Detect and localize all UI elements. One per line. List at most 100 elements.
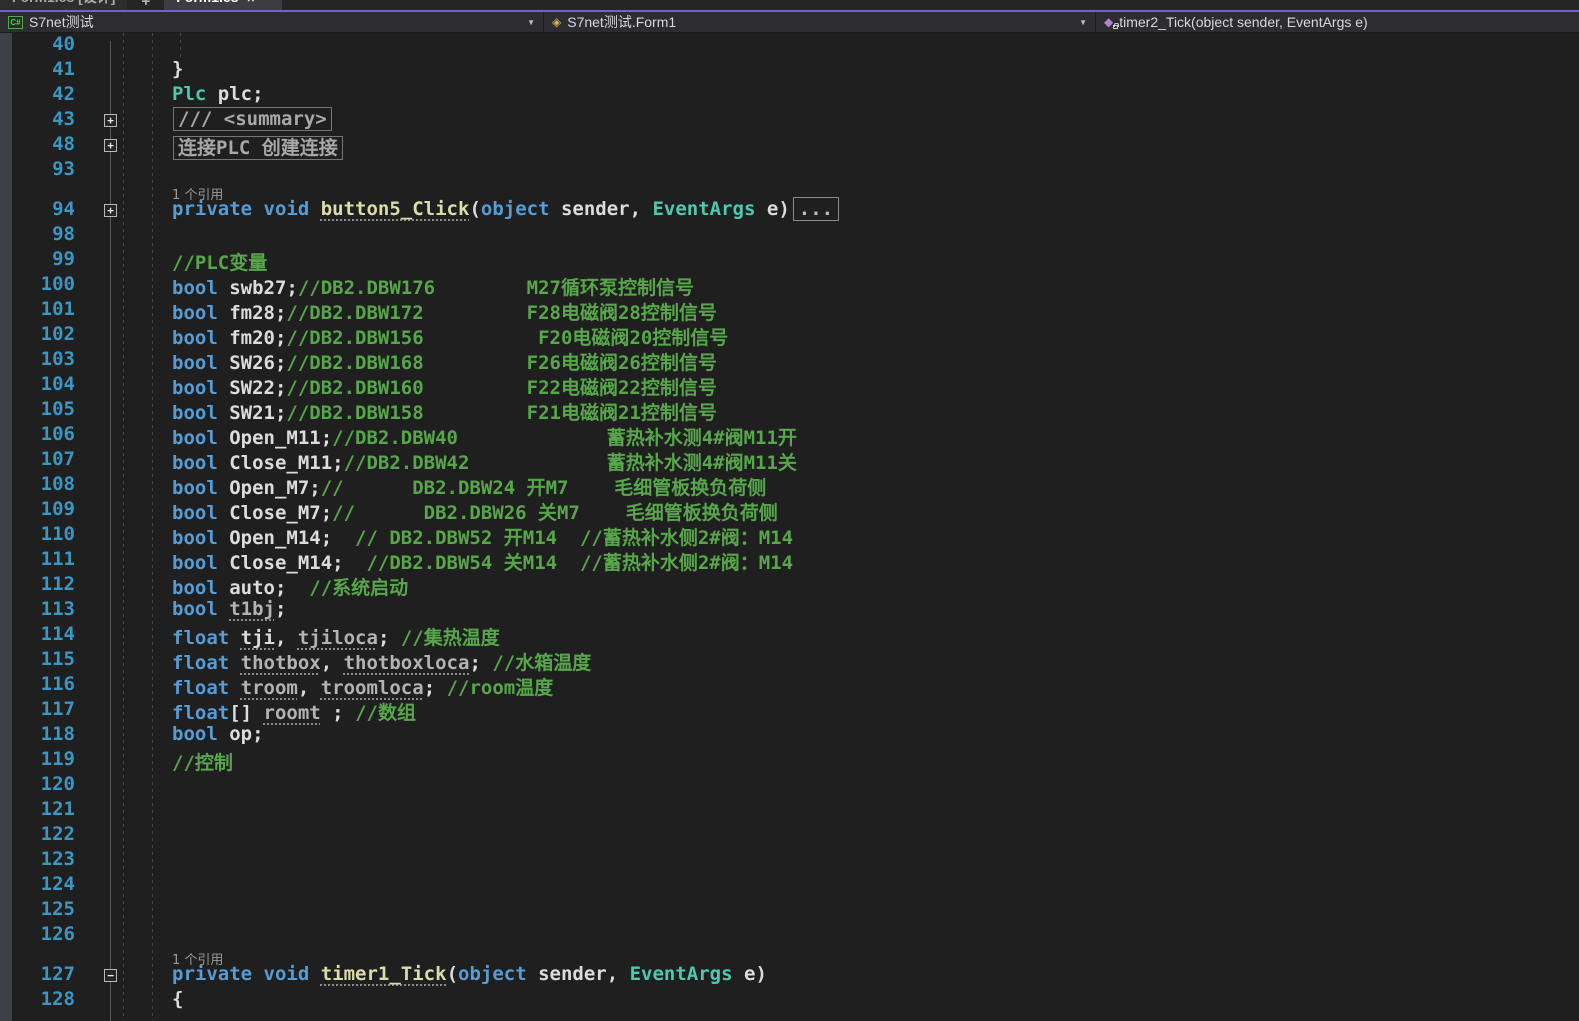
code-text: bool Close_M7;// DB2.DBW26 关M7 毛细管板换负荷侧: [172, 498, 778, 525]
close-icon[interactable]: ×: [263, 0, 270, 4]
csharp-project-icon: C#: [8, 16, 23, 29]
private-method-icon: ◆: [1104, 16, 1113, 28]
line-number: 124: [12, 873, 75, 895]
line-number: 105: [12, 398, 75, 420]
fold-collapse-icon[interactable]: −: [104, 969, 117, 982]
code-text: bool SW26;//DB2.DBW168 F26电磁阀26控制信号: [172, 348, 717, 375]
code-line[interactable]: 123: [0, 848, 1579, 873]
chevron-down-icon[interactable]: ▼: [527, 18, 535, 27]
code-line[interactable]: 105bool SW21;//DB2.DBW158 F21电磁阀21控制信号: [0, 398, 1579, 423]
code-line[interactable]: 117 float[] roomt ; //数组: [0, 698, 1579, 723]
code-text: bool Open_M7;// DB2.DBW24 开M7 毛细管板换负荷侧: [172, 473, 766, 500]
code-line[interactable]: 118 bool op;: [0, 723, 1579, 748]
line-number: 112: [12, 573, 75, 595]
type-dropdown-label: S7net测试.Form1: [567, 12, 676, 32]
code-line[interactable]: 100bool swb27;//DB2.DBW176 M27循环泵控制信号: [0, 273, 1579, 298]
line-number: 120: [12, 773, 75, 795]
code-line[interactable]: 106bool Open_M11;//DB2.DBW40 蓄热补水测4#阀M11…: [0, 423, 1579, 448]
code-line[interactable]: 119 //控制: [0, 748, 1579, 773]
code-line[interactable]: 101bool fm28;//DB2.DBW172 F28电磁阀28控制信号: [0, 298, 1579, 323]
line-number: 93: [12, 158, 75, 180]
code-line[interactable]: 127−private void timer1_Tick(object send…: [0, 963, 1579, 988]
codelens-row: 1 个引用: [0, 183, 1579, 198]
code-text: bool Close_M14; //DB2.DBW54 关M14 //蓄热补水侧…: [172, 548, 793, 575]
line-number: 123: [12, 848, 75, 870]
code-line[interactable]: 42Plc plc;: [0, 83, 1579, 108]
code-line[interactable]: 41}: [0, 58, 1579, 83]
line-number: 104: [12, 373, 75, 395]
line-number: 109: [12, 498, 75, 520]
code-line[interactable]: 121: [0, 798, 1579, 823]
code-line[interactable]: 115 float thotbox, thotboxloca; //水箱温度: [0, 648, 1579, 673]
code-text: float tji, tjiloca; //集热温度: [172, 623, 500, 650]
code-line[interactable]: 107bool Close_M11;//DB2.DBW42 蓄热补水测4#阀M1…: [0, 448, 1579, 473]
document-tab-strip: Form1.cs [设计] + Form1.cs ⊼ ×: [0, 0, 1579, 10]
code-line[interactable]: 40: [0, 33, 1579, 58]
code-line[interactable]: 120: [0, 773, 1579, 798]
code-line[interactable]: 122: [0, 823, 1579, 848]
line-number: 118: [12, 723, 75, 745]
code-line[interactable]: 93: [0, 158, 1579, 183]
line-number: 102: [12, 323, 75, 345]
tab-label: Form1.cs [设计]: [12, 0, 115, 7]
code-line[interactable]: 112bool auto; //系统启动: [0, 573, 1579, 598]
line-number: 126: [12, 923, 75, 945]
code-text: bool op;: [172, 723, 264, 745]
code-line[interactable]: 103bool SW26;//DB2.DBW168 F26电磁阀26控制信号: [0, 348, 1579, 373]
line-number: 117: [12, 698, 75, 720]
code-text: private void button5_Click(object sender…: [172, 198, 839, 220]
type-dropdown[interactable]: ◈ S7net测试.Form1 ▼: [544, 12, 1096, 32]
code-editor[interactable]: 4041}42Plc plc;43+/// <summary>48+连接PLC …: [0, 33, 1579, 1021]
code-line[interactable]: 110bool Open_M14; // DB2.DBW52 开M14 //蓄热…: [0, 523, 1579, 548]
code-text: //控制: [172, 748, 233, 775]
line-number: 40: [12, 33, 75, 55]
code-text: float thotbox, thotboxloca; //水箱温度: [172, 648, 591, 675]
code-text: }: [172, 58, 183, 80]
member-dropdown[interactable]: ◆ timer2_Tick(object sender, EventArgs e…: [1096, 12, 1579, 32]
project-dropdown[interactable]: C# S7net测试 ▼: [0, 12, 544, 32]
code-line[interactable]: 125: [0, 898, 1579, 923]
code-line[interactable]: 99//PLC变量: [0, 248, 1579, 273]
code-line[interactable]: 113bool t1bj;: [0, 598, 1579, 623]
new-tab-icon[interactable]: +: [127, 0, 164, 10]
code-line[interactable]: 43+/// <summary>: [0, 108, 1579, 133]
code-line[interactable]: 126: [0, 923, 1579, 948]
class-icon: ◈: [552, 16, 561, 28]
code-text: bool t1bj;: [172, 598, 286, 620]
code-text: 连接PLC 创建连接: [172, 133, 343, 160]
code-line[interactable]: 124: [0, 873, 1579, 898]
tab-form1-code[interactable]: Form1.cs ⊼ ×: [164, 0, 282, 10]
code-line[interactable]: 48+连接PLC 创建连接: [0, 133, 1579, 158]
tab-form1-designer[interactable]: Form1.cs [设计]: [0, 0, 127, 10]
line-number: 115: [12, 648, 75, 670]
line-number: 42: [12, 83, 75, 105]
code-line[interactable]: 94+private void button5_Click(object sen…: [0, 198, 1579, 223]
code-line[interactable]: 128{: [0, 988, 1579, 1013]
fold-expand-icon[interactable]: +: [104, 204, 117, 217]
code-text: bool Open_M11;//DB2.DBW40 蓄热补水测4#阀M11开: [172, 423, 797, 450]
line-number: 119: [12, 748, 75, 770]
chevron-down-icon[interactable]: ▼: [1079, 18, 1087, 27]
pin-icon[interactable]: ⊼: [246, 0, 255, 4]
code-text: float[] roomt ; //数组: [172, 698, 416, 725]
code-line[interactable]: 116float troom, troomloca; //room温度: [0, 673, 1579, 698]
code-line[interactable]: 108bool Open_M7;// DB2.DBW24 开M7 毛细管板换负荷…: [0, 473, 1579, 498]
code-text: bool swb27;//DB2.DBW176 M27循环泵控制信号: [172, 273, 694, 300]
lock-icon: [1113, 25, 1118, 29]
code-line[interactable]: 111bool Close_M14; //DB2.DBW54 关M14 //蓄热…: [0, 548, 1579, 573]
fold-expand-icon[interactable]: +: [104, 114, 117, 127]
line-number: 107: [12, 448, 75, 470]
code-line[interactable]: 109 bool Close_M7;// DB2.DBW26 关M7 毛细管板换负…: [0, 498, 1579, 523]
code-line[interactable]: 98: [0, 223, 1579, 248]
line-number: 116: [12, 673, 75, 695]
code-line[interactable]: 104bool SW22;//DB2.DBW160 F22电磁阀22控制信号: [0, 373, 1579, 398]
code-line[interactable]: 102bool fm20;//DB2.DBW156 F20电磁阀20控制信号: [0, 323, 1579, 348]
line-number: 98: [12, 223, 75, 245]
line-number: 101: [12, 298, 75, 320]
code-line[interactable]: 114float tji, tjiloca; //集热温度: [0, 623, 1579, 648]
line-number: 121: [12, 798, 75, 820]
fold-expand-icon[interactable]: +: [104, 139, 117, 152]
line-number: 43: [12, 108, 75, 130]
line-number: 125: [12, 898, 75, 920]
vs-editor-window: Form1.cs [设计] + Form1.cs ⊼ × C# S7net测试 …: [0, 0, 1579, 1021]
